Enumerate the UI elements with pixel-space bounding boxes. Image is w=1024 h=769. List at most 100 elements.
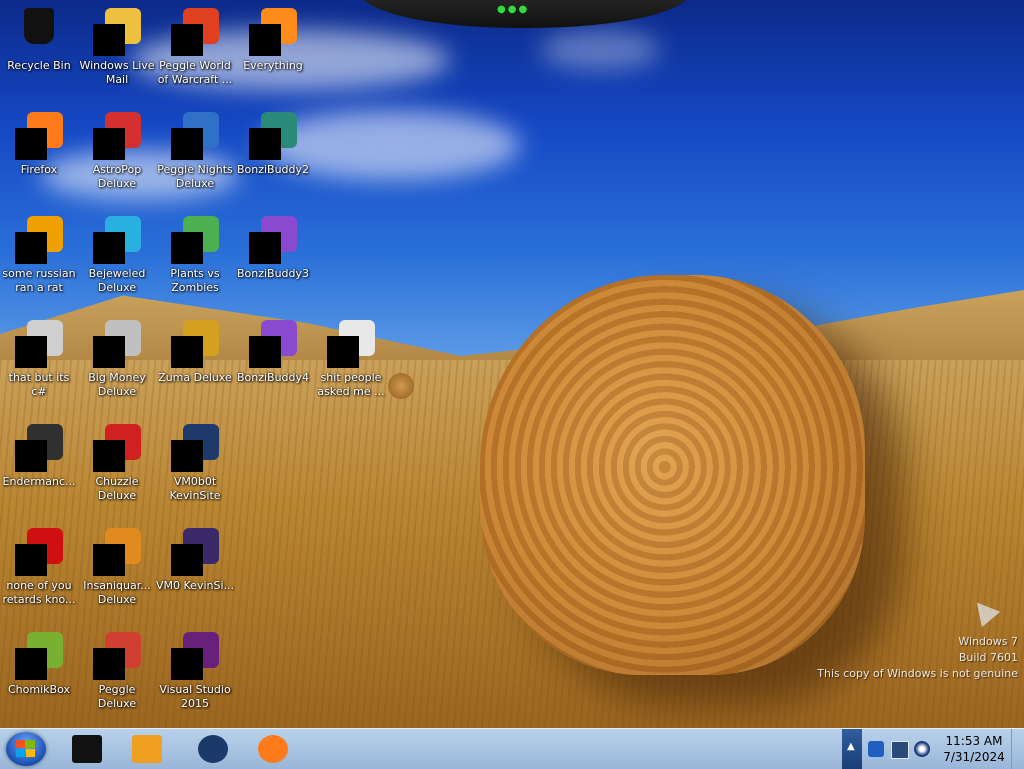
desktop-icon[interactable]: some russian ran a rat: [0, 212, 78, 312]
desktop-icon[interactable]: shit people asked me ...: [312, 316, 390, 416]
desktop-icon-label: Recycle Bin: [7, 59, 71, 72]
black-box-icon: [72, 735, 102, 763]
bonzibuddy-icon: [249, 216, 297, 264]
desktop-icon[interactable]: Visual Studio 2015: [156, 628, 234, 728]
desktop-icon[interactable]: Plants vs Zombies: [156, 212, 234, 312]
desktop-icon[interactable]: Recycle Bin: [0, 4, 78, 104]
insaniquarium-icon: [93, 528, 141, 576]
desktop-icon[interactable]: none of you retards kno...: [0, 524, 78, 624]
clock[interactable]: 11:53 AM 7/31/2024: [934, 733, 1014, 765]
bonzibuddy-icon: [249, 112, 297, 160]
start-button[interactable]: [6, 732, 46, 766]
redaction-box: [249, 232, 281, 264]
desktop-icon[interactable]: VM0 KevinSi...: [156, 524, 234, 624]
terminal-icon: [15, 424, 63, 472]
desktop[interactable]: ●●● Recycle Bin Windows Live Mail Peggle W…: [0, 0, 1024, 728]
watermark-genuine-notice: This copy of Windows is not genuine: [817, 667, 1018, 680]
desktop-icon-label: some russian ran a rat: [2, 267, 76, 294]
desktop-icon[interactable]: Chuzzle Deluxe: [78, 420, 156, 520]
chomikbox-icon: [15, 632, 63, 680]
desktop-icon-label: Peggle World of Warcraft ...: [157, 59, 233, 86]
wallpaper-hay-bale: [480, 275, 865, 675]
desktop-icon-label: Everything: [243, 59, 303, 72]
desktop-icon-label: Zuma Deluxe: [158, 371, 232, 384]
desktop-icon[interactable]: Peggle World of Warcraft ...: [156, 4, 234, 104]
desktop-icon-label: Peggle Nights Deluxe: [157, 163, 233, 190]
desktop-icon-label: that but its c#: [8, 371, 70, 398]
redaction-box: [249, 336, 281, 368]
redaction-box: [15, 440, 47, 472]
desktop-icon-label: none of you retards kno...: [2, 579, 76, 606]
vm-icon: [171, 424, 219, 472]
desktop-icon[interactable]: VM0b0t KevinSite: [156, 420, 234, 520]
desktop-icon-label: AstroPop Deluxe: [92, 163, 142, 190]
desktop-icon[interactable]: BonziBuddy2: [234, 108, 312, 208]
network-icon[interactable]: [868, 741, 884, 757]
desktop-icon[interactable]: Endermanc...: [0, 420, 78, 520]
redaction-box: [93, 544, 125, 576]
desktop-icon[interactable]: Everything: [234, 4, 312, 104]
desktop-icon-label: Firefox: [20, 163, 58, 176]
windows-flag-icon: [16, 740, 36, 758]
desktop-icon[interactable]: Firefox: [0, 108, 78, 208]
big-money-icon: [93, 320, 141, 368]
redaction-box: [93, 232, 125, 264]
shortcut-icon: [15, 216, 63, 264]
astropop-icon: [93, 112, 141, 160]
windows-live-mail-icon: [93, 8, 141, 56]
peggle-wow-icon: [171, 8, 219, 56]
redaction-box: [327, 336, 359, 368]
desktop-icon-label: Chuzzle Deluxe: [95, 475, 139, 502]
desktop-icon[interactable]: Peggle Nights Deluxe: [156, 108, 234, 208]
desktop-icon-label: BonziBuddy3: [236, 267, 310, 280]
desktop-icon[interactable]: Zuma Deluxe: [156, 316, 234, 416]
taskbar: ▲ 11:53 AM 7/31/2024: [0, 728, 1024, 769]
app-pinned-3[interactable]: [186, 731, 242, 767]
redaction-box: [93, 24, 125, 56]
redaction-box: [171, 648, 203, 680]
redaction-box: [15, 232, 47, 264]
app-pinned-1[interactable]: [60, 731, 116, 767]
redaction-box: [171, 336, 203, 368]
show-desktop-button[interactable]: [1011, 729, 1024, 769]
redaction-box: [171, 24, 203, 56]
app-pinned-4[interactable]: [246, 731, 302, 767]
desktop-icon[interactable]: Bejeweled Deluxe: [78, 212, 156, 312]
desktop-icon[interactable]: Windows Live Mail: [78, 4, 156, 104]
desktop-icon[interactable]: Peggle Deluxe: [78, 628, 156, 728]
app-pinned-2[interactable]: [120, 731, 176, 767]
watermark-os: Windows 7: [958, 635, 1018, 648]
wallpaper-small-bale: [388, 373, 414, 399]
monitor-icon[interactable]: [891, 741, 909, 759]
volume-icon[interactable]: [914, 741, 930, 757]
desktop-icon[interactable]: BonziBuddy3: [234, 212, 312, 312]
redaction-box: [93, 128, 125, 160]
desktop-icon-label: Plants vs Zombies: [170, 267, 220, 294]
redaction-box: [171, 232, 203, 264]
redaction-box: [15, 336, 47, 368]
redaction-box: [93, 648, 125, 680]
desktop-icon-label: Bejeweled Deluxe: [88, 267, 146, 294]
windows-watermark: Windows 7 Build 7601 This copy of Window…: [817, 594, 1018, 682]
bejeweled-icon: [93, 216, 141, 264]
media-player-icon: [132, 735, 162, 763]
firefox-icon: [15, 112, 63, 160]
desktop-icon-label: Endermanc...: [2, 475, 76, 488]
desktop-icon[interactable]: ChomikBox: [0, 628, 78, 728]
redaction-box: [15, 648, 47, 680]
redaction-box: [171, 128, 203, 160]
peggle-icon: [93, 632, 141, 680]
redaction-box: [249, 24, 281, 56]
globe-icon: [198, 735, 228, 763]
opera-icon: [15, 528, 63, 576]
redaction-box: [171, 544, 203, 576]
desktop-icon-label: ChomikBox: [8, 683, 70, 696]
desktop-icon[interactable]: Big Money Deluxe: [78, 316, 156, 416]
show-hidden-icons-button[interactable]: ▲: [847, 741, 855, 752]
desktop-icon[interactable]: Insaniquar... Deluxe: [78, 524, 156, 624]
desktop-icon[interactable]: AstroPop Deluxe: [78, 108, 156, 208]
desktop-icon[interactable]: BonziBuddy4: [234, 316, 312, 416]
desktop-icon[interactable]: that but its c#: [0, 316, 78, 416]
redaction-box: [15, 128, 47, 160]
firefox-icon: [258, 735, 288, 763]
